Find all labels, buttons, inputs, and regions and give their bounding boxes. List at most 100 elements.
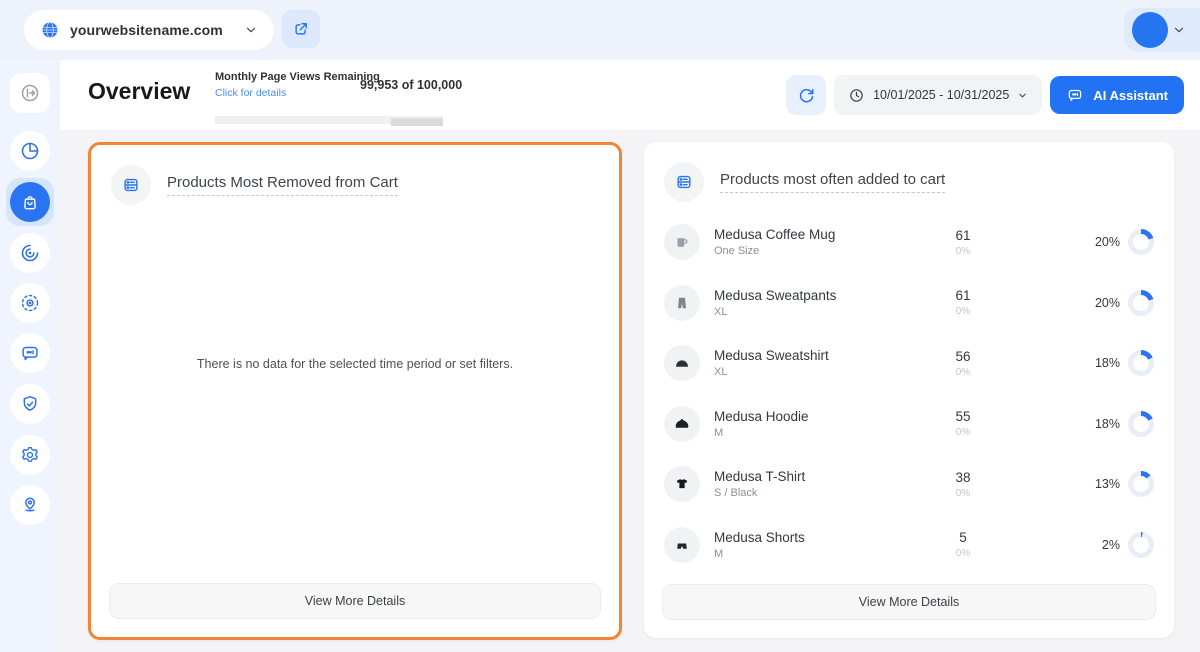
donut-chart (1128, 471, 1154, 497)
product-name: Medusa Hoodie (714, 409, 888, 424)
ai-assistant-button[interactable]: AI Assistant (1050, 76, 1184, 114)
product-row: Medusa Hoodie M 55 0% 18% (644, 394, 1174, 455)
product-count: 61 (888, 228, 1038, 243)
product-variant: XL (714, 366, 888, 378)
product-name: Medusa Sweatshirt (714, 348, 888, 363)
shopping-bag-icon (10, 182, 50, 222)
product-thumbnail (664, 224, 700, 260)
data-table-icon (121, 175, 141, 195)
donut-chart (1128, 229, 1154, 255)
sidebar-item-journeys[interactable] (10, 485, 50, 525)
page-views-widget: Monthly Page Views Remaining Click for d… (215, 71, 515, 101)
product-count-share: 0% (888, 427, 1038, 438)
product-count: 38 (888, 470, 1038, 485)
sidebar-item-funnel[interactable] (10, 233, 50, 273)
product-row: Medusa T-Shirt S / Black 38 0% 13% (644, 454, 1174, 515)
product-percent: 20% (1095, 296, 1120, 310)
sidebar-item-ecommerce[interactable] (6, 178, 54, 226)
gear-icon (19, 444, 41, 466)
product-percent: 18% (1095, 356, 1120, 370)
product-thumbnail (664, 527, 700, 563)
product-percent: 13% (1095, 477, 1120, 491)
date-range-value: 10/01/2025 - 10/31/2025 (873, 88, 1009, 102)
product-count-share: 0% (888, 246, 1038, 257)
donut-chart (1128, 532, 1154, 558)
data-table-icon (674, 172, 694, 192)
location-pin-icon (19, 494, 41, 516)
site-name: yourwebsitename.com (70, 22, 234, 38)
page-header: Overview Monthly Page Views Remaining Cl… (60, 60, 1200, 130)
date-range-selector[interactable]: 10/01/2025 - 10/31/2025 (834, 75, 1042, 115)
product-variant: One Size (714, 245, 888, 257)
chevron-down-icon (244, 23, 258, 37)
sidebar-item-collapse[interactable] (10, 73, 50, 113)
product-count-share: 0% (888, 548, 1038, 559)
refresh-button[interactable] (786, 75, 826, 115)
empty-state-message: There is no data for the selected time p… (91, 357, 619, 371)
clock-icon (848, 87, 865, 104)
sidebar-item-feedback[interactable] (10, 333, 50, 373)
external-link-icon (292, 20, 310, 38)
product-thumbnail (664, 345, 700, 381)
shield-check-icon (19, 393, 41, 415)
product-name: Medusa Shorts (714, 530, 888, 545)
product-count: 56 (888, 349, 1038, 364)
product-variant: S / Black (714, 487, 888, 499)
product-list: Medusa Coffee Mug One Size 61 0% 20% Med… (644, 212, 1174, 575)
card-most-added-to-cart: Products most often added to cart Medusa… (644, 142, 1174, 638)
product-row: Medusa Sweatpants XL 61 0% 20% (644, 273, 1174, 334)
product-variant: XL (714, 306, 888, 318)
donut-chart (1128, 350, 1154, 376)
page-views-progress-bar (215, 116, 443, 124)
card-most-removed-from-cart: Products Most Removed from Cart There is… (88, 142, 622, 640)
product-count: 5 (888, 530, 1038, 545)
donut-chart (1128, 290, 1154, 316)
product-name: Medusa Sweatpants (714, 288, 888, 303)
product-count-share: 0% (888, 367, 1038, 378)
product-percent: 20% (1095, 235, 1120, 249)
product-percent: 18% (1095, 417, 1120, 431)
table-icon-circle (111, 165, 151, 205)
sidebar-item-settings[interactable] (10, 435, 50, 475)
chat-bubble-icon (19, 342, 41, 364)
product-count-share: 0% (888, 306, 1038, 317)
avatar (1132, 12, 1168, 48)
page-views-usage: 99,953 of 100,000 (360, 78, 462, 92)
product-thumbnail (664, 285, 700, 321)
product-name: Medusa Coffee Mug (714, 227, 888, 242)
product-percent: 2% (1102, 538, 1120, 552)
product-thumbnail (664, 466, 700, 502)
view-more-details-button[interactable]: View More Details (109, 583, 601, 619)
product-name: Medusa T-Shirt (714, 469, 888, 484)
product-count: 61 (888, 288, 1038, 303)
chevron-down-icon (1017, 90, 1028, 101)
sidebar-item-heatmaps[interactable] (10, 283, 50, 323)
product-count-share: 0% (888, 488, 1038, 499)
product-row: Medusa Coffee Mug One Size 61 0% 20% (644, 212, 1174, 273)
open-site-button[interactable] (282, 10, 320, 48)
site-selector[interactable]: yourwebsitename.com (24, 10, 274, 50)
sidebar-item-dashboard[interactable] (10, 131, 50, 171)
click-for-details-link[interactable]: Click for details (215, 87, 286, 99)
sidebar-item-security[interactable] (10, 384, 50, 424)
table-icon-circle (664, 162, 704, 202)
globe-icon (40, 20, 60, 40)
chevron-down-icon (1172, 23, 1186, 37)
view-more-details-button[interactable]: View More Details (662, 584, 1156, 620)
card-title: Products most often added to cart (720, 171, 945, 193)
content-area: Products Most Removed from Cart There is… (60, 130, 1200, 652)
chat-bubble-icon (1066, 86, 1084, 104)
ai-assistant-label: AI Assistant (1093, 88, 1168, 103)
product-thumbnail (664, 406, 700, 442)
product-count: 55 (888, 409, 1038, 424)
sidebar (0, 60, 60, 652)
account-menu[interactable] (1124, 8, 1200, 52)
donut-chart (1128, 411, 1154, 437)
product-row: Medusa Shorts M 5 0% 2% (644, 515, 1174, 576)
focus-target-icon (19, 292, 41, 314)
product-variant: M (714, 548, 888, 560)
pie-chart-icon (19, 140, 41, 162)
card-title: Products Most Removed from Cart (167, 174, 398, 196)
spiral-icon (19, 242, 41, 264)
refresh-icon (797, 86, 816, 105)
